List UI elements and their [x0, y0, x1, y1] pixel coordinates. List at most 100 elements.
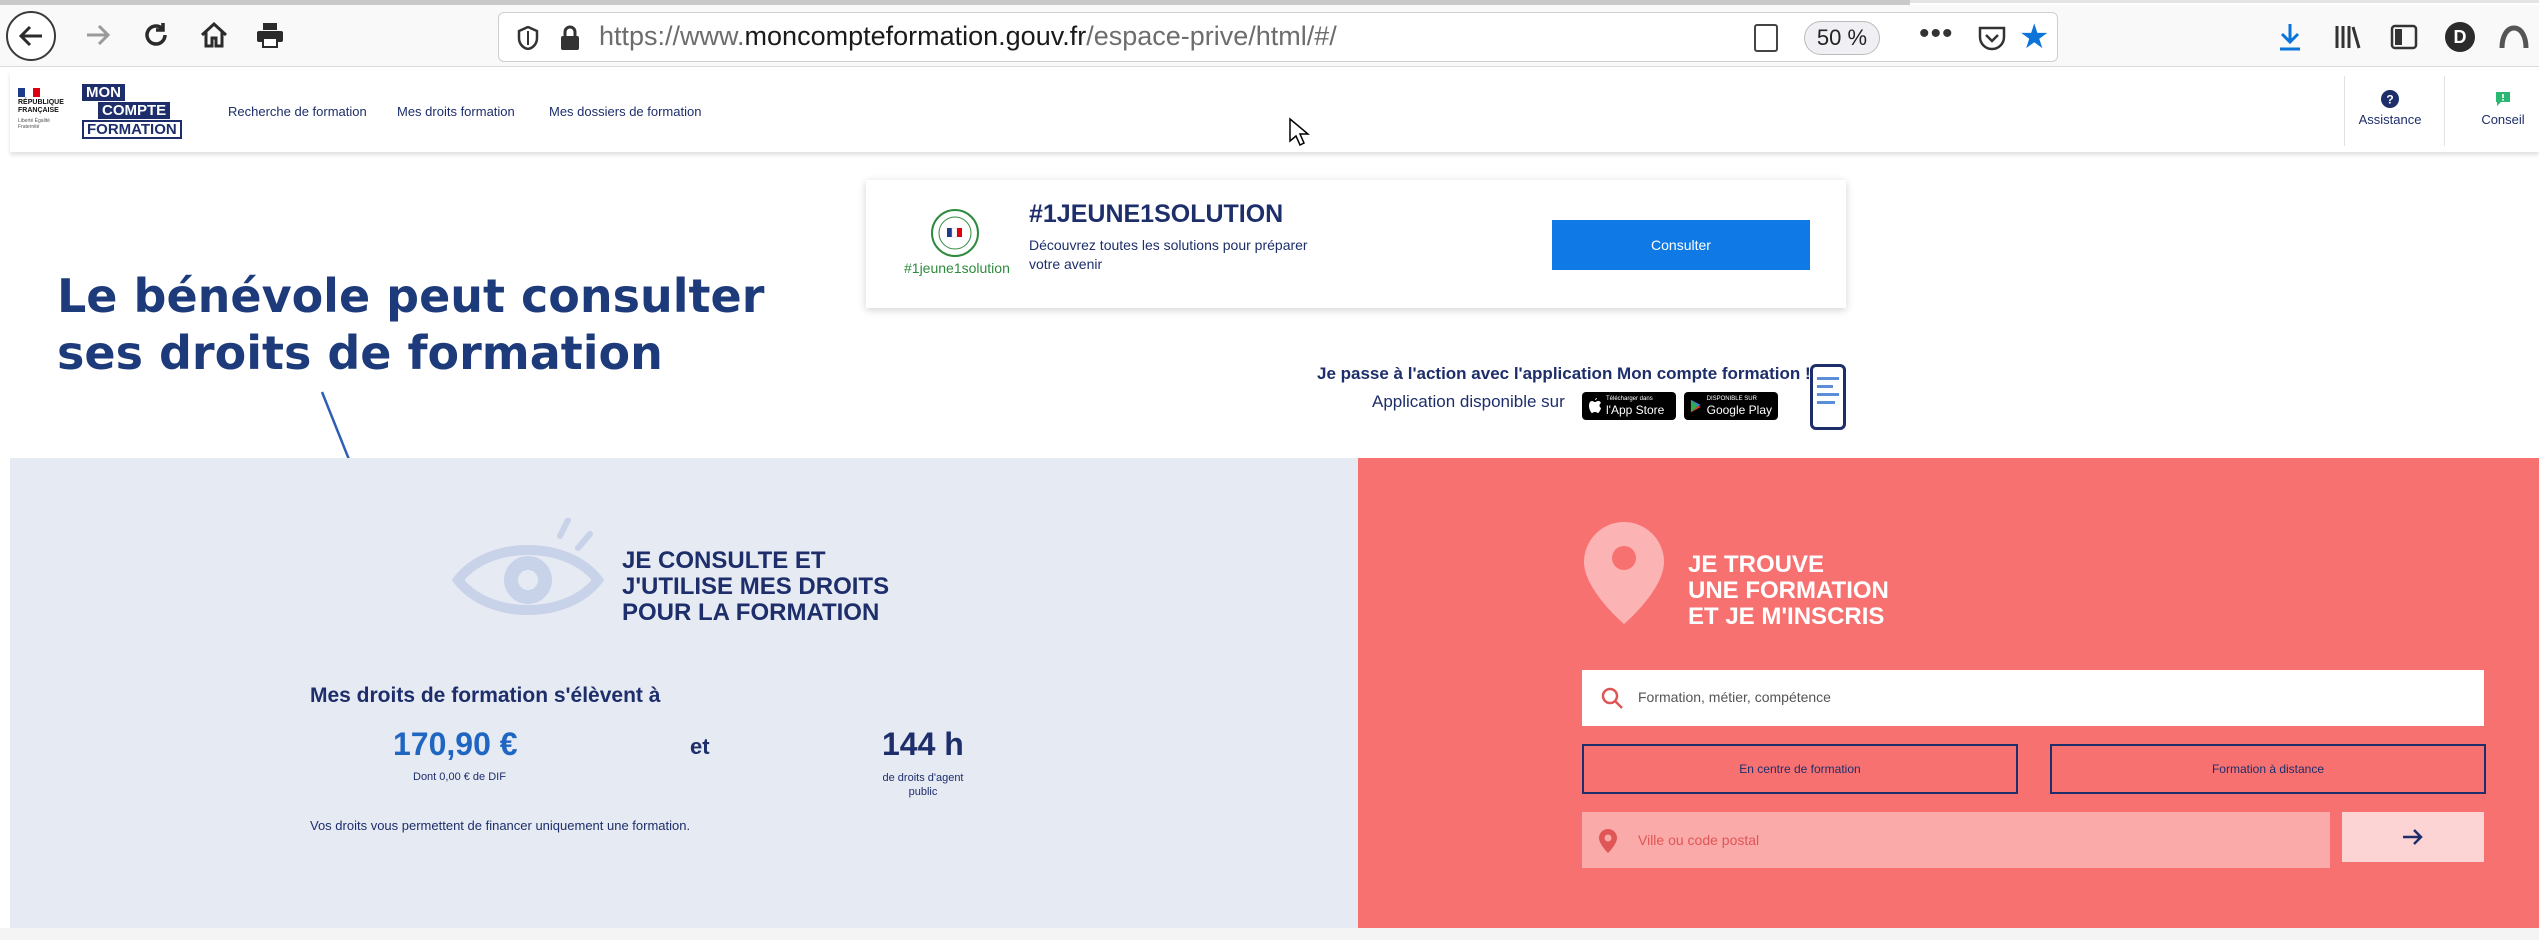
map-marker-icon [1599, 829, 1617, 853]
lock-icon[interactable] [559, 25, 581, 51]
rights-panel [10, 458, 1358, 928]
search-title-line-1: JE TROUVE [1688, 551, 1825, 578]
mouse-cursor-icon [1289, 117, 1310, 147]
sidebar-icon[interactable] [2384, 15, 2424, 59]
forward-button[interactable] [78, 15, 118, 55]
app-promo-subtitle: Application disponible sur [1372, 392, 1565, 411]
arrow-left-icon [18, 25, 42, 47]
downloads-icon[interactable] [2270, 15, 2310, 59]
nav-recherche-formation[interactable]: Recherche de formation [228, 104, 367, 119]
dif-amount: Dont 0,00 € de DIF [413, 771, 506, 783]
city-placeholder: Ville ou code postal [1638, 832, 1760, 848]
search-icon [1601, 687, 1623, 709]
nav-mes-dossiers[interactable]: Mes dossiers de formation [549, 104, 701, 119]
republique-francaise-logo[interactable]: RÉPUBLIQUE FRANÇAISE Liberté Égalité Fra… [18, 88, 64, 136]
site-header: RÉPUBLIQUE FRANÇAISE Liberté Égalité Fra… [10, 70, 2539, 152]
account-avatar[interactable]: D [2440, 15, 2480, 59]
home-icon [200, 21, 228, 48]
rights-title-line-2: J'UTILISE MES DROITS [622, 573, 890, 600]
chat-icon [2496, 92, 2510, 106]
nav-mes-droits-formation[interactable]: Mes droits formation [397, 104, 515, 119]
tracking-shield-icon[interactable] [517, 26, 539, 50]
rights-amount: 170,90 € [393, 726, 518, 762]
page-actions-button[interactable]: ••• [1919, 17, 1954, 51]
assistance-button[interactable]: ? Assistance [2345, 90, 2435, 140]
rights-title-line-3: POUR LA FORMATION [622, 599, 880, 626]
phone-illustration-icon [1810, 364, 1846, 430]
app-store-badge[interactable]: Télécharger dans l'App Store [1582, 392, 1676, 420]
app-store-text: Télécharger dans l'App Store [1606, 396, 1664, 417]
bookmark-star-icon[interactable]: ★ [2019, 19, 2049, 55]
url-prefix: https://www. [599, 21, 745, 51]
formation-search-input[interactable]: Formation, métier, compétence [1582, 670, 2484, 726]
search-title-line-2: UNE FORMATION [1688, 577, 1889, 604]
google-play-small: DISPONIBLE SUR [1706, 395, 1757, 402]
pocket-icon[interactable] [1977, 23, 2007, 53]
svg-text:?: ? [2386, 93, 2393, 107]
mon-compte-formation-logo[interactable]: MON COMPTE FORMATION [82, 84, 184, 139]
rights-section-title: JE CONSULTE ET J'UTILISE MES DROITS POUR… [622, 548, 889, 626]
logo-line-2: COMPTE [98, 102, 171, 119]
conseil-label: Conseil [2481, 112, 2525, 127]
france-relance-seal-icon [931, 209, 979, 257]
page-bottom-strip [0, 928, 2539, 940]
window-top-border-right [1910, 0, 2539, 3]
google-play-label: Google Play [1706, 402, 1772, 417]
jeune-solution-card: #1jeune1solution #1JEUNE1SOLUTION Découv… [866, 180, 1846, 308]
french-flag-icon [18, 88, 40, 97]
en-centre-button[interactable]: En centre de formation [1582, 744, 2018, 794]
library-icon[interactable] [2328, 15, 2368, 59]
google-play-icon [1690, 399, 1701, 413]
promo-description: Découvrez toutes les solutions pour prép… [1029, 237, 1308, 272]
home-button[interactable] [194, 15, 234, 55]
account-initial: D [2445, 22, 2475, 52]
rights-hours-caption: de droits d'agent public [882, 772, 964, 798]
a-distance-button[interactable]: Formation à distance [2050, 744, 2486, 794]
url-path: /espace-prive/html/#/ [1086, 21, 1337, 51]
printer-icon [257, 23, 283, 48]
header-divider [2444, 76, 2445, 146]
reader-view-icon[interactable] [1754, 24, 1778, 52]
logo-line-1: MON [82, 84, 125, 101]
browser-toolbar: https://www.moncompteformation.gouv.fr/e… [0, 5, 2539, 67]
search-title-line-3: ET JE M'INSCRIS [1688, 603, 1885, 630]
location-pin-icon [1584, 522, 1664, 624]
arrow-right-icon [2403, 829, 2423, 845]
reload-button[interactable] [136, 15, 176, 55]
reload-icon [145, 23, 167, 46]
eye-icon [451, 518, 605, 615]
back-button[interactable] [6, 11, 56, 61]
app-store-small: Télécharger dans [1606, 395, 1653, 402]
zoom-badge[interactable]: 50 % [1804, 21, 1880, 55]
google-play-badge[interactable]: DISPONIBLE SUR Google Play [1684, 392, 1778, 420]
search-submit-button[interactable] [2342, 812, 2484, 862]
url-domain: moncompteformation.gouv.fr [744, 21, 1087, 51]
search-section-title: JE TROUVE UNE FORMATION ET JE M'INSCRIS [1688, 552, 1889, 630]
conjunction-et: et [690, 734, 710, 759]
extension-icon[interactable] [2494, 15, 2534, 59]
google-play-text: DISPONIBLE SUR Google Play [1707, 396, 1772, 417]
rights-title-line-1: JE CONSULTE ET [622, 547, 826, 574]
address-bar[interactable]: https://www.moncompteformation.gouv.fr/e… [498, 12, 2058, 62]
rf-motto: Liberté Égalité Fraternité [18, 118, 50, 130]
search-placeholder: Formation, métier, compétence [1638, 689, 1831, 705]
rf-name: RÉPUBLIQUE FRANÇAISE [18, 99, 64, 114]
consulter-button[interactable]: Consulter [1552, 220, 1810, 270]
annotation-text: Le bénévole peut consulter ses droits de… [57, 269, 765, 380]
help-icon: ? [2381, 90, 2399, 108]
assistance-label: Assistance [2358, 112, 2422, 127]
logo-line-3: FORMATION [82, 120, 182, 139]
city-input[interactable]: Ville ou code postal [1582, 812, 2330, 868]
promo-hashtag: #1jeune1solution [904, 260, 1010, 276]
app-store-label: l'App Store [1606, 402, 1665, 417]
rights-hours: 144 h [882, 726, 964, 762]
print-button[interactable] [250, 15, 290, 55]
promo-title: #1JEUNE1SOLUTION [1029, 200, 1284, 228]
rights-amount-heading: Mes droits de formation s'élèvent à [310, 684, 661, 707]
apple-icon [1589, 398, 1601, 413]
conseil-button[interactable]: Conseil [2458, 90, 2539, 140]
rights-note: Vos droits vous permettent de financer u… [310, 818, 691, 833]
arrow-right-icon [87, 24, 111, 46]
app-promo-title: Je passe à l'action avec l'application M… [1317, 364, 1811, 383]
url-text[interactable]: https://www.moncompteformation.gouv.fr/e… [599, 21, 1337, 52]
